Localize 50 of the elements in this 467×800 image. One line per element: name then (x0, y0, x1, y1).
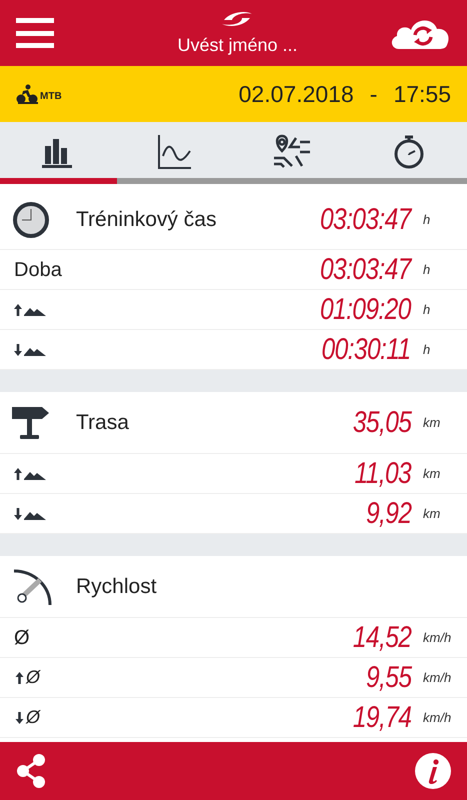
down-arrow-icon (14, 712, 25, 724)
line-chart-icon (157, 134, 194, 170)
unit-label: km/h (423, 708, 452, 727)
metric-value: 9,92 (366, 498, 411, 528)
mountains-icon (24, 510, 46, 520)
mountains-icon (24, 306, 46, 316)
mountains-icon (24, 470, 46, 480)
section-title: Trasa (76, 410, 129, 436)
info-button[interactable] (415, 753, 451, 789)
sport-label: MTB (40, 90, 62, 104)
down-arrow-icon (14, 344, 22, 356)
up-arrow-icon (14, 672, 25, 684)
metric-value: 11,03 (354, 458, 411, 488)
name-field[interactable]: Uvést jméno ... (177, 32, 298, 58)
clock-icon (12, 200, 50, 238)
up-arrow-icon (14, 468, 22, 480)
section-title: Tréninkový čas (76, 206, 216, 233)
activity-date: 02.07.2018 (238, 80, 354, 109)
down-arrow-icon (14, 508, 22, 520)
row-label: Doba (14, 258, 62, 282)
cyclist-icon (16, 84, 38, 104)
unit-label: km (423, 504, 442, 523)
speedometer-icon (12, 568, 52, 606)
share-button[interactable] (16, 754, 46, 788)
metric-value: 19,74 (352, 702, 411, 732)
up-arrow-icon (14, 304, 22, 316)
section-title: Rychlost (76, 574, 157, 600)
unit-label: h (423, 300, 432, 319)
unit-label: h (423, 340, 432, 359)
map-pin-route-icon (272, 134, 312, 170)
unit-label: km (423, 414, 442, 432)
metric-value: 00:30:11 (322, 334, 411, 364)
metric-value: 03:03:47 (320, 254, 411, 284)
metric-value: 03:03:47 (320, 204, 411, 234)
row-label: Ø (14, 626, 30, 650)
unit-label: km/h (423, 668, 452, 687)
metric-value: 01:09:20 (320, 294, 411, 324)
metric-value: 9,55 (366, 662, 411, 692)
date-time-separator: - (370, 80, 378, 109)
unit-label: km/h (423, 628, 452, 647)
mountains-icon (24, 346, 46, 356)
unit-label: km (423, 464, 442, 483)
unit-label: h (423, 260, 432, 279)
metric-value: 14,52 (352, 622, 411, 652)
average-symbol: Ø (26, 706, 40, 729)
metric-value: 35,05 (352, 408, 411, 438)
average-symbol: Ø (26, 666, 40, 689)
activity-time: 17:55 (393, 80, 451, 109)
unit-label: h (423, 210, 432, 229)
menu-button[interactable] (16, 18, 54, 48)
